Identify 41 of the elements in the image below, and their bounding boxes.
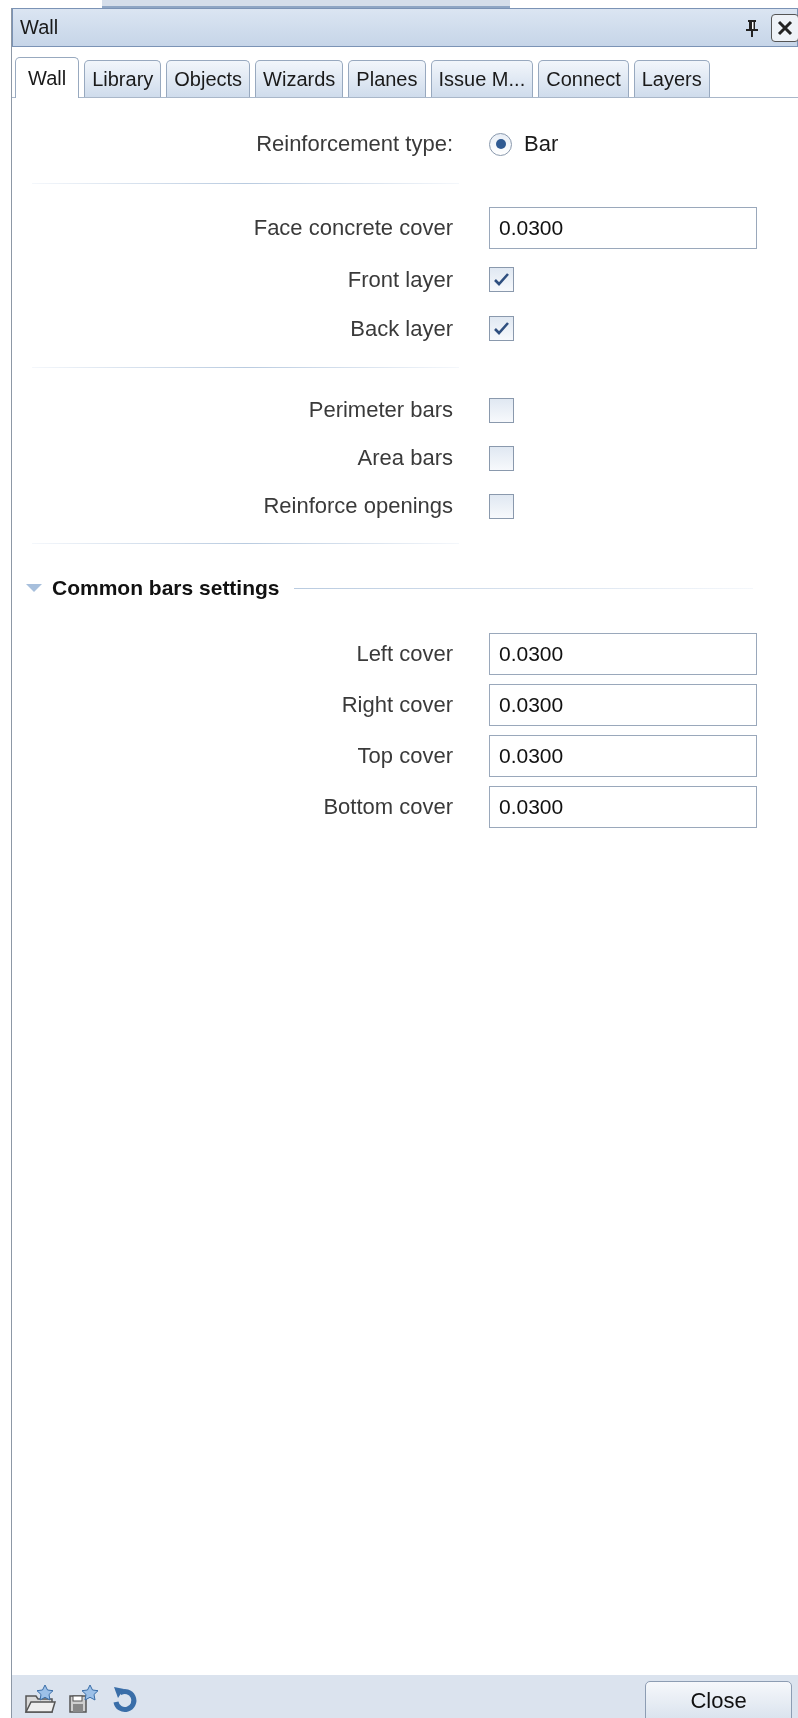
- input-field[interactable]: 0.0300: [489, 684, 757, 726]
- radio-button[interactable]: [489, 132, 512, 156]
- floppy-star-icon[interactable]: [68, 1684, 101, 1714]
- input-field[interactable]: 0.0300: [489, 207, 757, 249]
- section-header: Common bars settings: [52, 576, 280, 600]
- folder-star-icon[interactable]: [24, 1684, 57, 1714]
- field-label: Area bars: [356, 445, 453, 471]
- field-label: Reinforce openings: [262, 493, 453, 519]
- undo-icon[interactable]: [112, 1684, 138, 1714]
- field-label: Back layer: [349, 315, 453, 342]
- pin-icon[interactable]: [745, 18, 759, 37]
- field-label: Right cover: [340, 692, 453, 718]
- field-label: Top cover: [356, 743, 453, 769]
- close-button[interactable]: Close: [645, 1681, 792, 1718]
- checkbox[interactable]: [489, 397, 514, 423]
- tab[interactable]: Wizards: [255, 60, 344, 97]
- tab[interactable]: Planes: [348, 60, 426, 97]
- field-label: Face concrete cover: [252, 215, 453, 241]
- checkbox[interactable]: [489, 316, 514, 341]
- field-label: Front layer: [346, 266, 453, 293]
- tab[interactable]: Wall: [15, 57, 80, 98]
- checkbox[interactable]: [489, 493, 514, 519]
- tab[interactable]: Issue M...: [430, 60, 534, 97]
- field-label: Perimeter bars: [307, 397, 453, 423]
- input-field[interactable]: 0.0300: [489, 786, 757, 828]
- field-label: Bottom cover: [322, 794, 453, 820]
- tab[interactable]: Library: [84, 60, 162, 97]
- checkmark-icon: [493, 272, 510, 287]
- field-label: Left cover: [355, 641, 453, 667]
- checkmark-icon: [493, 321, 510, 336]
- input-field[interactable]: 0.0300: [489, 633, 757, 675]
- tab[interactable]: Objects: [166, 60, 251, 97]
- tab[interactable]: Layers: [633, 60, 710, 97]
- input-field[interactable]: 0.0300: [489, 735, 757, 777]
- tab[interactable]: Connect: [538, 60, 629, 97]
- checkbox[interactable]: [489, 267, 514, 292]
- radio-label: Bar: [524, 131, 559, 157]
- close-icon[interactable]: [771, 13, 798, 42]
- checkbox[interactable]: [489, 445, 514, 471]
- window-title: Wall: [20, 16, 60, 39]
- field-label: Reinforcement type:: [255, 131, 453, 157]
